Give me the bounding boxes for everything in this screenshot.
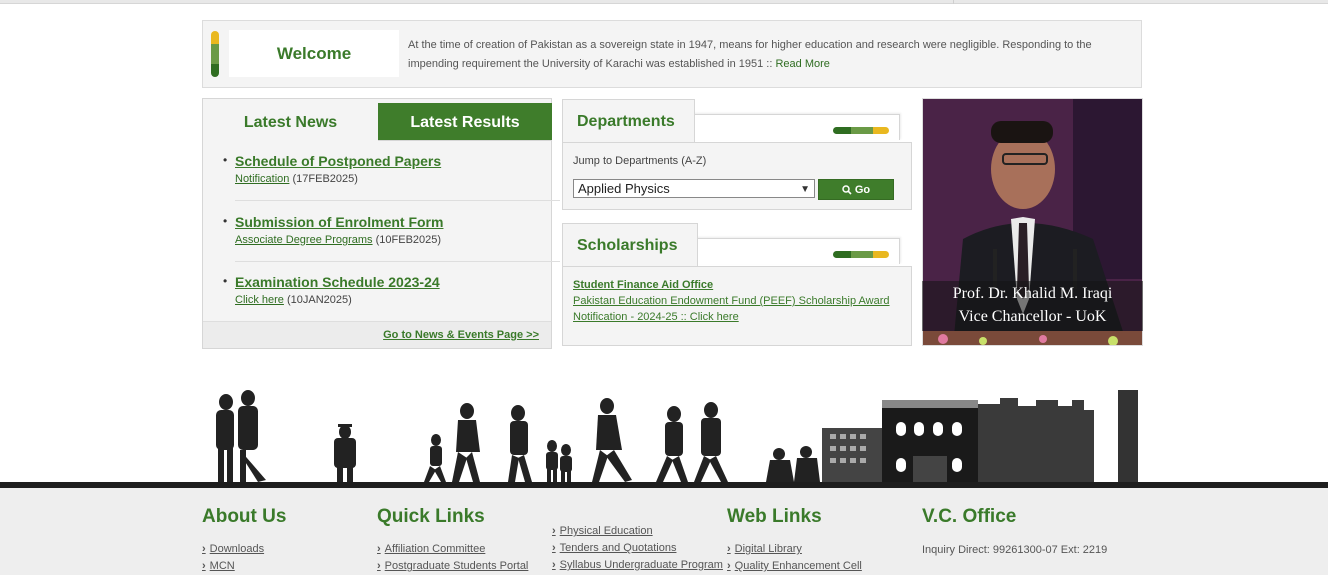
footer-link-downloads[interactable]: Downloads bbox=[202, 543, 264, 555]
news-sub-link[interactable]: Associate Degree Programs bbox=[235, 234, 373, 246]
student-finance-link[interactable]: Student Finance Aid Office bbox=[573, 279, 713, 291]
scholarships-panel: Student Finance Aid Office Pakistan Educ… bbox=[562, 266, 912, 346]
bullet-icon: • bbox=[223, 274, 228, 288]
scholarships-title: Scholarships bbox=[562, 223, 698, 267]
departments-color-bar bbox=[833, 127, 889, 134]
news-sub: Associate Degree Programs (10FEB2025) bbox=[235, 234, 441, 246]
news-date: (10FEB2025) bbox=[375, 234, 442, 246]
news-separator bbox=[235, 200, 560, 201]
departments-label: Jump to Departments (A-Z) bbox=[573, 155, 707, 167]
footer-link-mcn[interactable]: MCN bbox=[202, 560, 235, 572]
footer-link-tenders[interactable]: Tenders and Quotations bbox=[552, 542, 677, 554]
news-sub: Click here (10JAN2025) bbox=[235, 294, 352, 306]
tab-divider bbox=[378, 140, 552, 141]
welcome-color-bar bbox=[211, 31, 219, 77]
departments-title: Departments bbox=[562, 99, 695, 143]
news-date: (17FEB2025) bbox=[292, 173, 358, 185]
news-events-link[interactable]: Go to News & Events Page >> bbox=[383, 329, 539, 341]
tab-latest-results[interactable]: Latest Results bbox=[378, 103, 552, 141]
footer-link-digital-library[interactable]: Digital Library bbox=[727, 543, 802, 555]
scholarships-strip bbox=[692, 238, 900, 264]
footer-vc-title: V.C. Office bbox=[922, 506, 1017, 527]
departments-strip bbox=[690, 114, 900, 140]
news-sub: Notification (17FEB2025) bbox=[235, 173, 358, 185]
vc-name: Prof. Dr. Khalid M. Iraqi bbox=[952, 285, 1113, 302]
top-bar bbox=[0, 0, 1328, 4]
news-separator bbox=[235, 261, 560, 262]
top-bar-divider bbox=[953, 0, 954, 4]
welcome-text: At the time of creation of Pakistan as a… bbox=[408, 36, 1128, 74]
footer-quick-title: Quick Links bbox=[377, 506, 485, 527]
scholarships-color-bar bbox=[833, 251, 889, 258]
footer: About Us Downloads MCN Quick Links Affil… bbox=[0, 488, 1328, 575]
vc-role: Vice Chancellor - UoK bbox=[958, 308, 1107, 325]
footer-link-physical-education[interactable]: Physical Education bbox=[552, 525, 653, 537]
footer-vc-inquiry: Inquiry Direct: 99261300-07 Ext: 2219 bbox=[922, 544, 1108, 556]
page: Welcome At the time of creation of Pakis… bbox=[0, 0, 1328, 575]
footer-link-postgraduate[interactable]: Postgraduate Students Portal bbox=[377, 560, 529, 572]
notification-link[interactable]: Notification - 2024-25 :: Click here bbox=[573, 311, 739, 323]
footer-web-title: Web Links bbox=[727, 506, 822, 527]
news-panel: Latest News Latest Results • Schedule of… bbox=[202, 98, 560, 349]
news-sub-link[interactable]: Notification bbox=[235, 173, 289, 185]
tab-latest-news[interactable]: Latest News bbox=[203, 99, 378, 141]
go-label: Go bbox=[854, 183, 871, 196]
peef-link[interactable]: Pakistan Education Endowment Fund (PEEF)… bbox=[573, 295, 890, 307]
department-select[interactable]: Applied Physics ▼ bbox=[573, 179, 815, 198]
news-title-link[interactable]: Schedule of Postponed Papers bbox=[235, 153, 441, 169]
news-date: (10JAN2025) bbox=[286, 294, 352, 306]
news-sub-link[interactable]: Click here bbox=[235, 294, 284, 306]
bullet-icon: • bbox=[223, 214, 228, 228]
news-title-link[interactable]: Examination Schedule 2023-24 bbox=[235, 274, 440, 290]
footer-about-title: About Us bbox=[202, 506, 287, 527]
welcome-title: Welcome bbox=[229, 30, 399, 77]
search-icon bbox=[842, 184, 852, 195]
footer-link-syllabus[interactable]: Syllabus Undergraduate Program bbox=[552, 559, 723, 571]
bullet-icon: • bbox=[223, 153, 228, 167]
welcome-box: Welcome At the time of creation of Pakis… bbox=[202, 20, 1142, 88]
news-footer: Go to News & Events Page >> bbox=[203, 321, 551, 348]
welcome-body: At the time of creation of Pakistan as a… bbox=[408, 39, 1092, 70]
campus-silhouette-illustration bbox=[216, 390, 1138, 484]
departments-panel: Jump to Departments (A-Z) Applied Physic… bbox=[562, 142, 912, 210]
footer-link-affiliation[interactable]: Affiliation Committee bbox=[377, 543, 486, 555]
news-title-link[interactable]: Submission of Enrolment Form bbox=[235, 214, 443, 230]
go-button[interactable]: Go bbox=[818, 179, 894, 200]
department-selected: Applied Physics bbox=[578, 181, 670, 196]
read-more-link[interactable]: Read More bbox=[775, 58, 829, 70]
chevron-down-icon: ▼ bbox=[800, 184, 810, 195]
footer-link-qec[interactable]: Quality Enhancement Cell bbox=[727, 560, 862, 572]
